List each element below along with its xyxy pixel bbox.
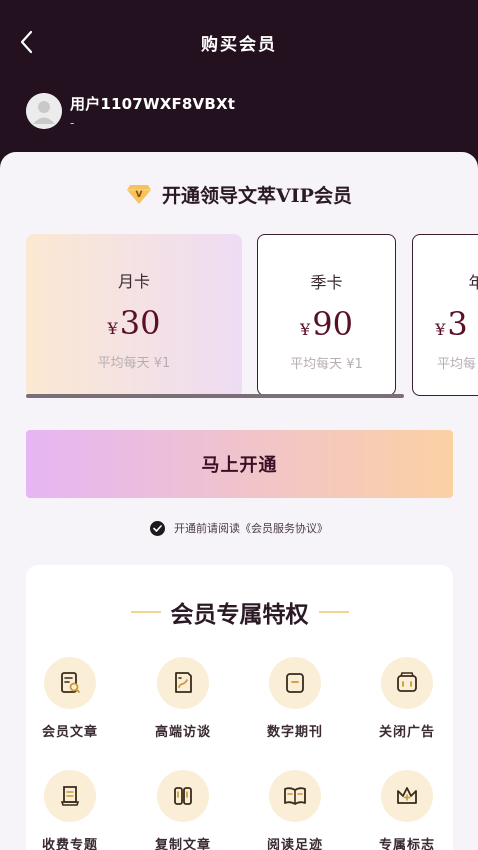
plan-avg-price: 平均每天 ¥1 (97, 356, 171, 371)
agreement-text[interactable]: 开通前请阅读《会员服务协议》 (174, 520, 328, 536)
vip-purchase-screen: 购买会员 用户1107WXF8VBXt - V 开通领导文萃VIP会员 月卡 ¥… (0, 0, 478, 850)
page-title: 购买会员 (201, 35, 277, 55)
perk-label: 收费专题 (41, 838, 98, 850)
article-search-icon (61, 672, 80, 693)
plan-price: ¥30 (107, 304, 161, 342)
perk-label: 复制文章 (154, 838, 211, 850)
vip-heading: V 开通领导文萃VIP会员 (0, 178, 478, 210)
perk-no-ads[interactable]: 关闭广告 (367, 657, 447, 740)
perk-exclusive-badge[interactable]: 专属标志 (367, 770, 447, 850)
user-subtitle: - (70, 115, 75, 130)
scroll-icon (60, 786, 80, 806)
checkmark-icon (153, 524, 162, 532)
perk-digital-magazine[interactable]: 数字期刊 (255, 657, 335, 740)
plan-list[interactable]: 月卡 ¥30 平均每天 ¥1 季卡 ¥90 平均每天 ¥1 年 ¥3 平均每 (26, 234, 478, 404)
perk-interviews[interactable]: 高端访谈 (143, 657, 223, 740)
avatar (26, 93, 62, 129)
perk-paid-topics[interactable]: 收费专题 (30, 770, 110, 850)
plan-price: ¥3 (435, 305, 468, 343)
agreement-row: 开通前请阅读《会员服务协议》 (0, 520, 478, 536)
interview-icon (175, 672, 192, 693)
perk-label: 阅读足迹 (266, 838, 323, 850)
plan-name: 季卡 (310, 273, 343, 292)
divider (318, 611, 349, 613)
plan-card-monthly[interactable]: 月卡 ¥30 平均每天 ¥1 (26, 234, 242, 398)
divider (130, 611, 161, 613)
perk-copy-articles[interactable]: 复制文章 (143, 770, 223, 850)
perk-label: 会员文章 (41, 725, 98, 740)
plan-card-yearly[interactable]: 年 ¥3 平均每 (412, 234, 478, 396)
perk-label: 关闭广告 (378, 725, 435, 740)
perks-heading-text: 会员专属特权 (170, 601, 309, 628)
vip-diamond-icon: V (127, 185, 152, 204)
magazine-icon (286, 673, 304, 693)
plan-name: 年 (468, 273, 478, 292)
plan-scrollbar[interactable] (26, 394, 404, 398)
vip-heading-text: 开通领导文萃VIP会员 (162, 184, 352, 207)
perk-label: 专属标志 (378, 838, 435, 850)
copy-icon (174, 787, 192, 805)
subscribe-button[interactable]: 马上开通 (26, 430, 453, 498)
top-bar: 购买会员 (0, 0, 478, 86)
user-info: 用户1107WXF8VBXt - (26, 92, 235, 130)
open-book-icon (284, 787, 306, 805)
plan-name: 月卡 (117, 272, 150, 291)
perks-panel: 会员专属特权 会员文章 高端访谈 数字期刊 关闭广告 收费专题 复制文章 阅读足… (26, 565, 453, 850)
perk-member-articles[interactable]: 会员文章 (30, 657, 110, 740)
perk-label: 数字期刊 (266, 725, 323, 740)
username: 用户1107WXF8VBXt (70, 94, 236, 113)
plan-avg-price: 平均每 (436, 357, 476, 372)
perk-label: 高端访谈 (154, 725, 211, 740)
agreement-checkbox[interactable] (150, 520, 165, 536)
perks-heading: 会员专属特权 (26, 595, 453, 629)
crown-icon (397, 787, 417, 804)
ad-close-icon (397, 672, 417, 692)
default-avatar-icon (26, 93, 62, 129)
svg-text:V: V (136, 190, 143, 200)
perk-reading-history[interactable]: 阅读足迹 (255, 770, 335, 850)
